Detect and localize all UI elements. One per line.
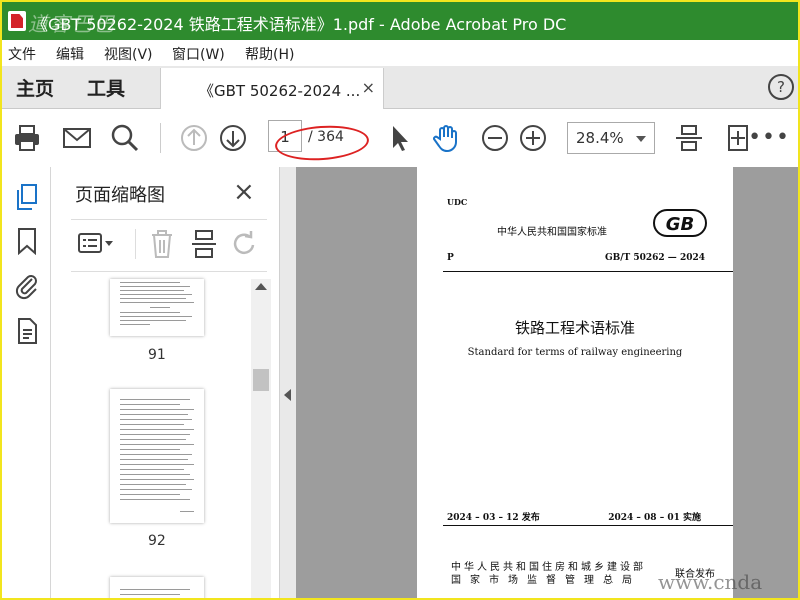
page-thumbnail-91[interactable] bbox=[110, 279, 204, 336]
tab-document[interactable]: 《GBT 50262-2024 ... × bbox=[160, 68, 384, 109]
page-title-en: Standard for terms of railway engineerin… bbox=[467, 347, 683, 358]
page-implement-date: 2024 – 08 – 01 实施 bbox=[608, 513, 701, 523]
document-properties-icon[interactable] bbox=[16, 317, 38, 345]
page-classification: P bbox=[447, 253, 454, 263]
tab-close-icon[interactable]: × bbox=[362, 78, 375, 97]
zoom-value: 28.4% bbox=[576, 129, 624, 147]
thumbnail-label-91: 91 bbox=[148, 347, 166, 363]
page-issue-date: 2024 – 03 – 12 发布 bbox=[447, 513, 540, 523]
help-icon[interactable]: ? bbox=[768, 74, 794, 100]
delete-page-icon[interactable] bbox=[149, 229, 175, 259]
panel-separator bbox=[135, 229, 136, 259]
scrollbar-thumb[interactable] bbox=[253, 369, 269, 391]
page-rule bbox=[443, 271, 733, 272]
toolbar: 1 / 364 28.4% ••• bbox=[2, 109, 798, 168]
window-title: 《GBT 50262-2024 铁路工程术语标准》1.pdf - Adobe A… bbox=[32, 15, 567, 34]
page-thumbnail-93[interactable] bbox=[110, 577, 204, 598]
thumbnail-panel: 页面缩略图 × 91 92 bbox=[51, 167, 279, 598]
gb-logo-text: GB bbox=[666, 214, 695, 235]
page-udc: UDC bbox=[447, 197, 468, 207]
more-tools-icon[interactable]: ••• bbox=[748, 125, 790, 150]
thumbnail-options-icon[interactable] bbox=[77, 231, 117, 257]
document-page: UDC 中华人民共和国国家标准 GB P GB/T 50262 — 2024 铁… bbox=[417, 167, 733, 598]
title-bar: 道客巴巴 《GBT 50262-2024 铁路工程术语标准》1.pdf - Ad… bbox=[2, 2, 798, 40]
document-viewer[interactable]: UDC 中华人民共和国国家标准 GB P GB/T 50262 — 2024 铁… bbox=[296, 167, 798, 598]
menu-help[interactable]: 帮助(H) bbox=[245, 44, 294, 64]
print-icon[interactable] bbox=[12, 123, 42, 153]
toolbar-separator bbox=[160, 123, 161, 153]
menu-edit[interactable]: 编辑 bbox=[56, 44, 84, 64]
select-tool-icon[interactable] bbox=[385, 123, 415, 153]
acrobat-app-icon bbox=[8, 11, 26, 31]
page-rule bbox=[443, 525, 733, 526]
chevron-left-icon bbox=[284, 389, 291, 401]
previous-page-icon[interactable] bbox=[179, 123, 209, 153]
zoom-out-icon[interactable] bbox=[480, 123, 510, 153]
page-title-cn: 铁路工程术语标准 bbox=[514, 319, 635, 337]
thumbnail-label-92: 92 bbox=[148, 533, 166, 549]
left-rail bbox=[2, 167, 51, 598]
page-publisher-2: 国家市场监督管理总局 bbox=[451, 575, 641, 586]
hand-tool-icon[interactable] bbox=[431, 123, 461, 153]
panel-collapse-handle[interactable] bbox=[279, 167, 296, 598]
next-page-icon[interactable] bbox=[218, 123, 248, 153]
menu-file[interactable]: 文件 bbox=[8, 44, 36, 64]
chevron-down-icon bbox=[636, 136, 646, 142]
zoom-in-icon[interactable] bbox=[518, 123, 548, 153]
panel-divider bbox=[71, 271, 267, 272]
attachment-icon[interactable] bbox=[14, 271, 40, 301]
thumbnail-scrollbar[interactable] bbox=[251, 279, 271, 598]
app-window: 道客巴巴 《GBT 50262-2024 铁路工程术语标准》1.pdf - Ad… bbox=[0, 0, 800, 600]
tab-bar: 主页 工具 《GBT 50262-2024 ... × ? bbox=[2, 66, 798, 109]
gb-logo: GB bbox=[653, 209, 707, 237]
site-watermark: www.cnda bbox=[658, 570, 763, 594]
menu-view[interactable]: 视图(V) bbox=[104, 44, 153, 64]
fit-page-icon[interactable] bbox=[674, 123, 704, 153]
tab-tools[interactable]: 工具 bbox=[87, 74, 125, 101]
menu-window[interactable]: 窗口(W) bbox=[172, 44, 225, 64]
panel-close-icon[interactable]: × bbox=[233, 177, 255, 207]
page-thumbnail-92[interactable] bbox=[110, 389, 204, 523]
tab-document-label: 《GBT 50262-2024 ... bbox=[199, 82, 361, 100]
chevron-up-icon[interactable] bbox=[255, 283, 267, 290]
panel-title: 页面缩略图 bbox=[75, 185, 165, 206]
page-national-standard: 中华人民共和国国家标准 bbox=[497, 227, 607, 238]
panel-divider bbox=[71, 219, 267, 220]
zoom-select[interactable]: 28.4% bbox=[567, 122, 655, 154]
menu-bar: 文件 编辑 视图(V) 窗口(W) 帮助(H) bbox=[2, 40, 798, 66]
page-thumbnails-icon[interactable] bbox=[14, 183, 40, 211]
search-icon[interactable] bbox=[110, 123, 140, 153]
rotate-page-icon[interactable] bbox=[231, 229, 259, 259]
email-icon[interactable] bbox=[62, 123, 92, 153]
insert-page-icon[interactable] bbox=[191, 229, 217, 259]
bookmark-icon[interactable] bbox=[16, 227, 38, 255]
page-standard-code: GB/T 50262 — 2024 bbox=[604, 253, 705, 263]
tab-home[interactable]: 主页 bbox=[16, 74, 54, 101]
